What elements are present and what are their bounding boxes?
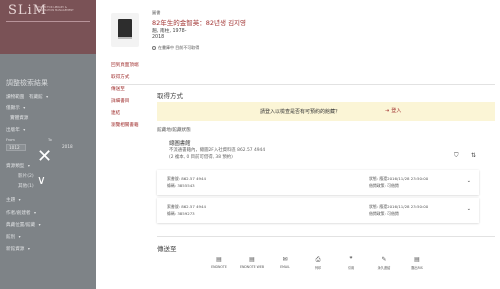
logo-band: SLiM SYSTEM FOR LIBRARY & INFORMATION MA… <box>0 0 96 54</box>
chevron-down-icon: ▾ <box>18 197 21 202</box>
year-to-input[interactable]: 2018 <box>60 144 80 151</box>
item-card[interactable]: 索書號: 862.57 4944 條碼: 3855543 狀態: 應還2016/… <box>157 170 479 195</box>
nav-get-it[interactable]: 取得方式 <box>111 74 129 80</box>
send-export-ris-button[interactable]: ▤ 匯出RIS <box>404 256 430 270</box>
item-card[interactable]: 索書號: 862.57 4944 條碼: 3859273 狀態: 應還2016/… <box>157 198 479 223</box>
nav-links[interactable]: 連結 <box>111 110 120 116</box>
close-icon[interactable]: ✕ <box>37 148 52 166</box>
item-policy: 借閱政策: 可借閱 <box>369 183 399 188</box>
chevron-down-icon: ▾ <box>23 105 26 110</box>
login-banner: 請登入以檢查是否有可預約的館藏？ ⇥ 登入 <box>157 102 495 121</box>
year-from-label: From <box>6 138 15 142</box>
email-icon: ✉ <box>282 256 288 263</box>
print-icon: ⎙ <box>315 256 321 263</box>
item-callno: 索書號: 862.57 4944 <box>167 204 206 209</box>
record-type: 圖書 <box>152 10 161 15</box>
item-barcode: 條碼: 3855543 <box>167 183 195 188</box>
filter-other[interactable]: 其他(1) <box>18 183 34 189</box>
send-to-title: 傳送至 <box>157 245 177 253</box>
login-link[interactable]: ⇥ 登入 <box>385 107 401 114</box>
logo-divider <box>6 21 90 22</box>
send-cite-button[interactable]: ❞ 引用 <box>338 256 364 270</box>
filter-pub-year[interactable]: 出版年 ▾ <box>6 127 25 133</box>
permalink-icon: ✎ <box>381 256 387 263</box>
chevron-down-icon: ▾ <box>34 210 37 215</box>
library-name: 總圖書館 <box>169 141 191 147</box>
filter-show-only[interactable]: 僅顯示 ▾ <box>6 105 25 111</box>
endnote-web-icon: ▤ <box>249 256 255 263</box>
logo-subtitle: SYSTEM FOR LIBRARY & INFORMATION MANAGEM… <box>36 6 74 13</box>
filter-physical[interactable]: 實體資源 <box>10 115 28 121</box>
send-endnote-web-button[interactable]: ▤ ENDNOTE WEB <box>239 256 265 269</box>
sign-in-icon: ⇥ <box>385 108 390 114</box>
filter-scope[interactable]: 讀物範圍 有藏館 ▾ <box>6 94 48 100</box>
login-prompt: 請登入以檢查是否有可預約的館藏？ <box>260 109 341 115</box>
book-icon <box>118 19 132 39</box>
item-status: 狀態: 應還2016/11/28 23:50:00 <box>369 204 429 209</box>
record-availability: 在書庫中 目前不可取得 <box>152 45 199 51</box>
chevron-down-icon[interactable]: ∨ <box>37 174 46 186</box>
filter-resource-type[interactable]: 資源類型 ▾ <box>6 163 30 169</box>
chevron-down-icon: ▾ <box>27 163 30 168</box>
availability-icon <box>152 46 156 50</box>
book-cover <box>111 13 139 47</box>
item-policy: 借閱政策: 可借閱 <box>369 211 399 216</box>
record-detail-panel: 圖書 82年生的金智英：82년생 김지영 趙, 南柱, 1978- 2018 在… <box>96 0 500 289</box>
chevron-down-icon: ▾ <box>27 246 30 251</box>
record-year: 2018 <box>152 35 165 40</box>
filter-location[interactable]: 典藏位置/館藏 ▾ <box>6 222 41 228</box>
chevron-down-icon: ▾ <box>38 222 41 227</box>
chevron-down-icon: ▾ <box>18 234 21 239</box>
sort-icon[interactable]: ⇅ <box>471 152 476 159</box>
quote-icon: ❞ <box>349 256 353 263</box>
record-title[interactable]: 82年生的金智英：82년생 김지영 <box>152 17 246 27</box>
send-email-button[interactable]: ✉ EMAIL <box>272 256 298 269</box>
item-barcode: 條碼: 3859273 <box>167 211 195 216</box>
send-permalink-button[interactable]: ✎ 永久連結 <box>371 256 397 270</box>
item-status: 狀態: 應還2016/11/28 23:50:00 <box>369 176 429 181</box>
get-it-title: 取得方式 <box>157 92 183 100</box>
year-from-input[interactable]: 1012 <box>6 144 26 151</box>
library-count: (2 複本, 0 目前可借得, 38 預約) <box>169 155 233 160</box>
filter-video[interactable]: 影片(2) <box>18 173 34 179</box>
filter-title: 調整檢索結果 <box>6 79 48 87</box>
nav-send-to[interactable]: 傳送至 <box>111 86 125 92</box>
filter-icon[interactable]: ⛉ <box>454 152 459 160</box>
chevron-down-icon: ▾ <box>46 94 49 99</box>
filter-sidebar: SLiM SYSTEM FOR LIBRARY & INFORMATION MA… <box>0 0 96 289</box>
library-detail: 不流通書籍內，總圖2F入社資料區 862.57 4944 <box>169 148 266 153</box>
record-author-block: 趙, 南柱, 1978- 2018 <box>152 29 186 41</box>
year-to-label: To <box>48 138 52 142</box>
item-callno: 索書號: 862.57 4944 <box>167 176 206 181</box>
chevron-down-icon[interactable]: ⌄ <box>467 178 471 184</box>
send-print-button[interactable]: ⎙ 列印 <box>305 256 331 270</box>
send-endnote-button[interactable]: ▤ ENDNOTE <box>206 256 232 269</box>
nav-details[interactable]: 詳細書目 <box>111 98 129 104</box>
nav-browse[interactable]: 瀏覽相關書籍 <box>111 122 139 128</box>
endnote-icon: ▤ <box>216 256 222 263</box>
filter-library[interactable]: 館別 ▾ <box>6 234 21 240</box>
chevron-down-icon: ▾ <box>23 127 26 132</box>
filter-subject[interactable]: 主題 ▾ <box>6 197 21 203</box>
nav-top[interactable]: 回到頁面頂端 <box>111 62 139 68</box>
export-ris-icon: ▤ <box>414 256 420 263</box>
chevron-down-icon[interactable]: ⌄ <box>467 206 471 212</box>
filter-new-items[interactable]: 新館資源 ▾ <box>6 246 30 252</box>
filter-author[interactable]: 作者/創建者 ▾ <box>6 210 36 216</box>
location-label: 館藏地/館藏狀態 <box>157 128 191 133</box>
